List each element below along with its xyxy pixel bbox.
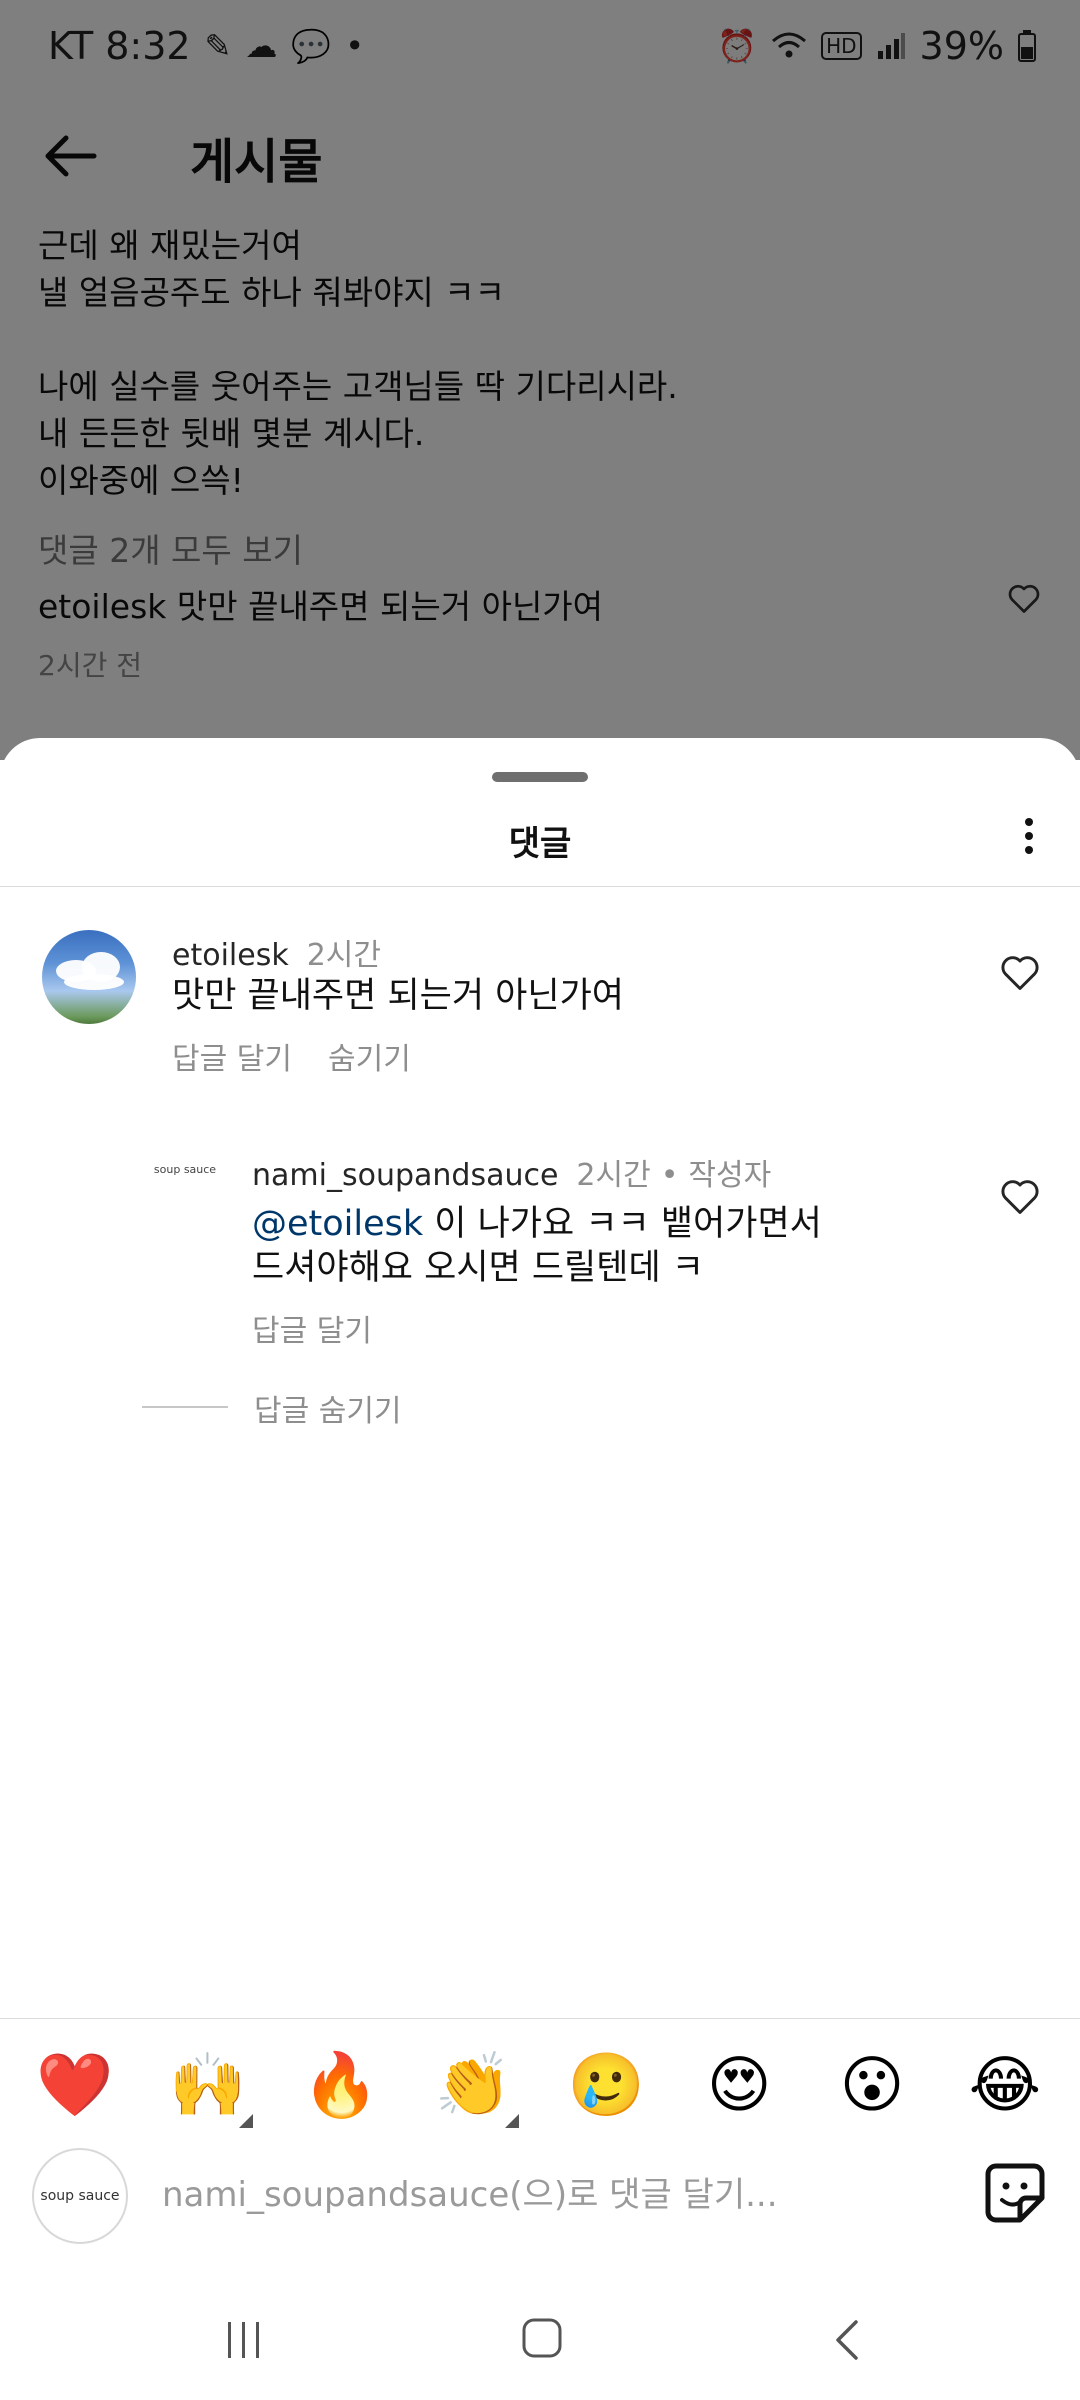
hide-replies-button[interactable]: 답글 숨기기 (254, 1386, 402, 1430)
emoji-quick-bar: ❤️ 🙌 🔥 👏 🥲 😍 😮 😂 (30, 2040, 1050, 2130)
fire-emoji-button[interactable]: 🔥 (296, 2040, 386, 2130)
scrim-overlay[interactable] (0, 0, 1080, 760)
comment-text: 맛만 끝내주면 되는거 아닌가여 (172, 976, 624, 1016)
divider (0, 886, 1080, 887)
comment-item: etoilesk 2시간 맛만 끝내주면 되는거 아닌가여 답글 달기 숨기기 (0, 930, 1080, 1077)
home-icon[interactable] (520, 2316, 564, 2360)
raising-hands-emoji-button[interactable]: 🙌 (163, 2040, 253, 2130)
separator-dot: • (660, 1158, 679, 1193)
clapping-emoji-button[interactable]: 👏 (429, 2040, 519, 2130)
back-icon[interactable] (826, 2316, 870, 2364)
smiling-tear-emoji-button[interactable]: 🥲 (561, 2040, 651, 2130)
divider (142, 1406, 228, 1408)
recent-apps-icon[interactable] (222, 2318, 266, 2362)
reply-item: soup sauce nami_soupandsauce 2시간 • 작성자 @eto… (0, 1150, 1080, 1349)
skin-tone-indicator (238, 2114, 253, 2128)
reply-button[interactable]: 답글 달기 (252, 1306, 372, 1350)
sheet-title: 댓글 (508, 824, 572, 864)
system-navigation-bar (0, 2290, 1080, 2400)
mention-link[interactable]: @etoilesk (252, 1204, 423, 1244)
avatar[interactable] (42, 930, 136, 1024)
author-badge: 작성자 (688, 1158, 772, 1193)
hide-button[interactable]: 숨기기 (328, 1034, 411, 1078)
comment-text: @etoilesk 이 나가요 ㅋㅋ 뱉어가면서 드셔야해요 오시면 드릴텐데 … (252, 1204, 822, 1288)
skin-tone-indicator (504, 2114, 519, 2128)
heart-icon[interactable] (998, 1174, 1042, 1218)
comment-username[interactable]: nami_soupandsauce (252, 1158, 558, 1193)
heart-icon[interactable] (998, 950, 1042, 994)
comment-input[interactable] (162, 2170, 922, 2220)
more-options-icon[interactable] (1004, 812, 1054, 872)
avatar[interactable]: soup sauce (140, 1152, 230, 1186)
comments-sheet: 댓글 etoilesk 2시간 맛만 끝내주면 되는거 아닌가여 답글 달기 숨기… (0, 738, 1080, 2400)
reply-button[interactable]: 답글 달기 (172, 1034, 292, 1078)
sheet-drag-handle[interactable] (492, 772, 588, 782)
open-mouth-emoji-button[interactable]: 😮 (827, 2040, 917, 2130)
composer-avatar: soup sauce (32, 2148, 128, 2244)
heart-emoji-button[interactable]: ❤️ (30, 2040, 120, 2130)
tears-of-joy-emoji-button[interactable]: 😂 (960, 2040, 1050, 2130)
comment-time: 2시간 (576, 1158, 651, 1193)
sticker-icon[interactable] (982, 2160, 1048, 2226)
heart-eyes-emoji-button[interactable]: 😍 (694, 2040, 784, 2130)
comment-username[interactable]: etoilesk (172, 938, 289, 973)
divider (0, 2018, 1080, 2019)
comment-time: 2시간 (306, 938, 382, 973)
